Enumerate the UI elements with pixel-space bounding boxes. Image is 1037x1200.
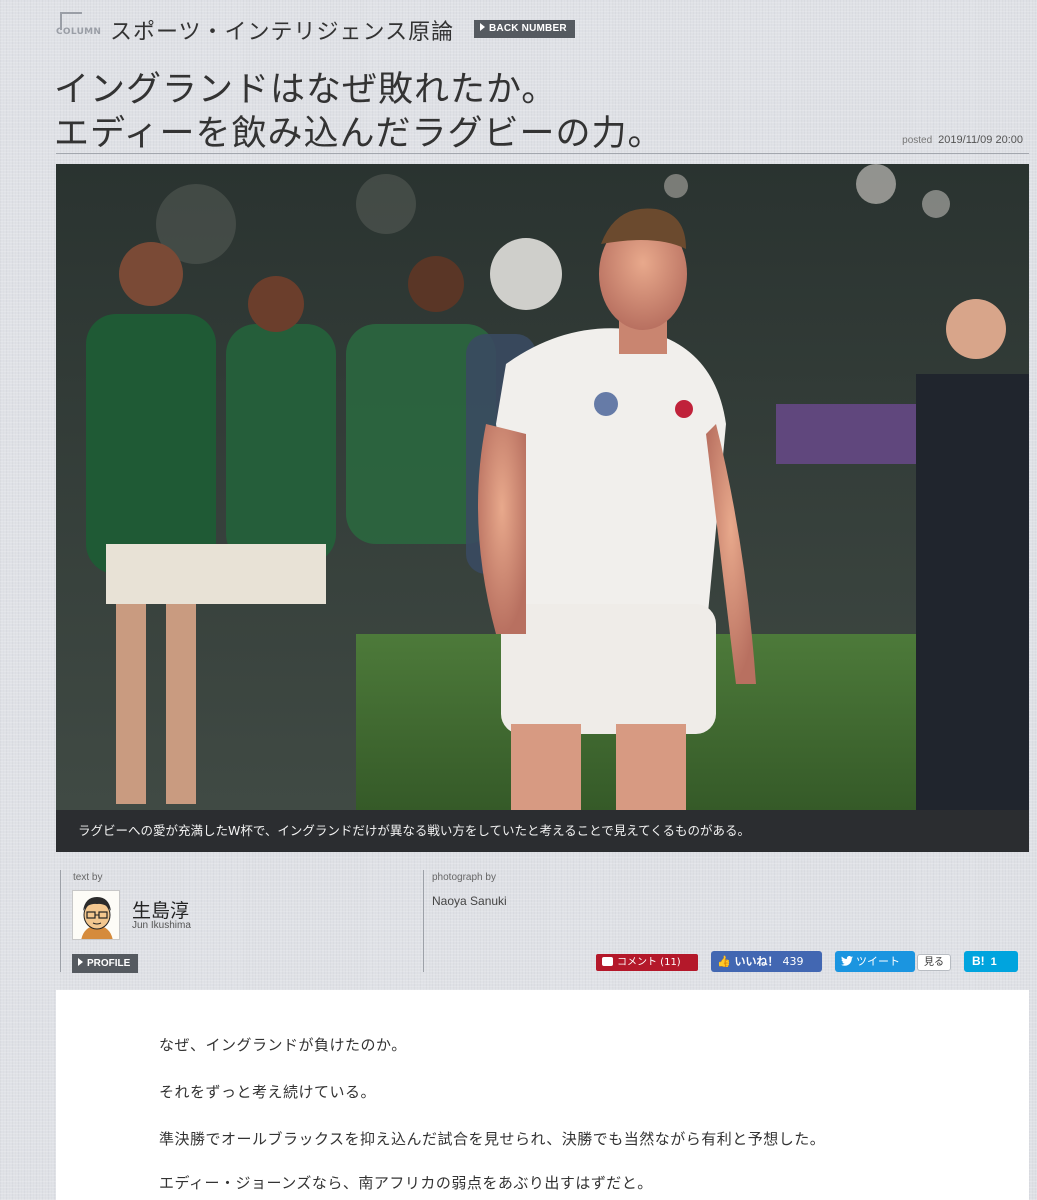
posted-date: posted 2019/11/09 20:00 xyxy=(902,134,1023,146)
body-paragraph: なぜ、イングランドが負けたのか。 xyxy=(159,1036,407,1054)
headline-divider xyxy=(56,153,1029,154)
like-count: 439 xyxy=(782,955,804,968)
photo-caption: ラグビーへの愛が充満したW杯で、イングランドだけが異なる戦い方をしていたと考える… xyxy=(56,810,1029,852)
play-triangle-icon xyxy=(480,23,485,31)
byline-divider xyxy=(423,870,424,972)
profile-button[interactable]: PROFILE xyxy=(72,954,139,973)
comment-icon xyxy=(602,957,613,966)
like-label: いいね！ xyxy=(734,955,779,968)
headline-line-2: エディーを飲み込んだラグビーの力。 xyxy=(54,114,664,154)
thumbs-up-icon: 👍 xyxy=(717,955,731,968)
text-by-label: text by xyxy=(73,872,103,883)
posted-label: posted xyxy=(902,135,933,146)
comment-button[interactable]: コメント (11) xyxy=(596,954,698,971)
article-headline: イングランドはなぜ敗れたか。 エディーを飲み込んだラグビーの力。 xyxy=(54,68,664,156)
byline: text by 生島淳 Jun Ikushima PROFILE photogr… xyxy=(56,862,1029,980)
headline-line-1: イングランドはなぜ敗れたか。 xyxy=(54,70,558,110)
profile-label: PROFILE xyxy=(87,958,131,969)
back-number-button[interactable]: BACK NUMBER xyxy=(474,20,575,38)
comment-label: コメント (11) xyxy=(617,957,681,968)
posted-datetime: 2019/11/09 20:00 xyxy=(938,134,1023,146)
twitter-bird-icon xyxy=(841,956,853,966)
tweet-label: ツイート xyxy=(856,955,900,968)
hatena-icon: B! xyxy=(972,954,985,968)
play-triangle-icon xyxy=(78,958,83,966)
series-title[interactable]: スポーツ・インテリジェンス原論 xyxy=(110,14,454,46)
hero-photo xyxy=(56,164,1029,810)
article-body: なぜ、イングランドが負けたのか。 それをずっと考え続けている。 準決勝でオールブ… xyxy=(56,990,1029,1200)
author-name[interactable]: 生島淳 xyxy=(132,896,189,923)
author-roman-name: Jun Ikushima xyxy=(132,920,191,931)
back-number-label: BACK NUMBER xyxy=(489,23,567,34)
column-label: COLUMN xyxy=(56,27,102,37)
body-paragraph: それをずっと考え続けている。 xyxy=(159,1083,377,1101)
body-paragraph: 準決勝でオールブラックスを抑え込んだ試合を見せられ、決勝でも当然ながら有利と予想… xyxy=(159,1130,826,1148)
column-icon: COLUMN xyxy=(56,12,101,42)
hatena-count: 1 xyxy=(990,956,997,968)
photograph-by-label: photograph by xyxy=(432,872,496,883)
hatena-bookmark-button[interactable]: B! 1 xyxy=(964,951,1018,972)
photographer-name: Naoya Sanuki xyxy=(432,894,507,908)
tweet-button[interactable]: ツイート xyxy=(835,951,915,972)
author-avatar[interactable] xyxy=(72,890,120,940)
see-tweets-link[interactable]: 見る xyxy=(917,954,951,971)
body-paragraph: エディー・ジョーンズなら、南アフリカの弱点をあぶり出すはずだと。 xyxy=(159,1174,653,1192)
facebook-like-button[interactable]: 👍 いいね！ 439 xyxy=(711,951,822,972)
byline-divider xyxy=(60,870,61,972)
